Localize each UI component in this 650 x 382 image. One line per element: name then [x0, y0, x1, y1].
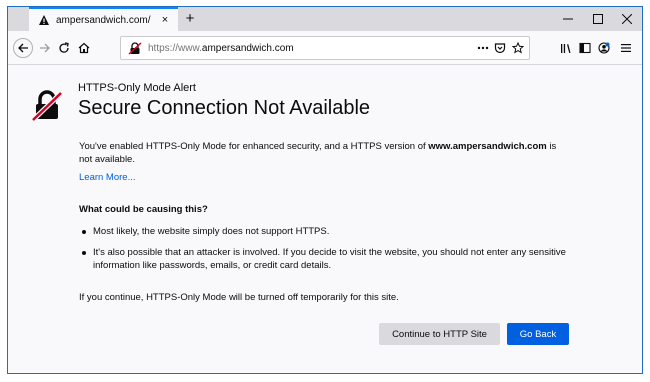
broken-lock-icon — [31, 89, 63, 122]
home-icon[interactable] — [74, 38, 94, 58]
go-back-button[interactable]: Go Back — [507, 323, 569, 345]
window-close-icon[interactable] — [612, 7, 642, 31]
maximize-icon[interactable] — [583, 7, 613, 31]
reload-icon[interactable] — [54, 38, 74, 58]
minimize-icon[interactable] — [553, 7, 583, 31]
menu-icon[interactable] — [616, 38, 636, 58]
bookmark-star-icon[interactable] — [511, 41, 525, 55]
more-actions-icon[interactable] — [476, 41, 490, 55]
close-icon[interactable]: × — [159, 14, 171, 26]
list-item: It's also possible that an attacker is i… — [79, 246, 579, 272]
intro-text: You've enabled HTTPS-Only Mode for enhan… — [79, 140, 569, 166]
alert-subtitle: HTTPS-Only Mode Alert — [78, 82, 196, 94]
tab-title: ampersandwich.com/ — [56, 14, 151, 26]
url-host: ampersandwich.com — [201, 43, 294, 54]
url-scheme: https://www. — [148, 43, 202, 54]
tab-current[interactable]: ampersandwich.com/ × — [29, 7, 178, 31]
url-bar[interactable]: https://www.ampersandwich.com — [120, 36, 530, 60]
library-icon[interactable] — [556, 38, 576, 58]
url-text[interactable]: https://www.ampersandwich.com — [148, 42, 294, 55]
pocket-icon[interactable] — [493, 41, 507, 55]
navigation-toolbar: https://www.ampersandwich.com — [8, 31, 642, 65]
causes-heading: What could be causing this? — [79, 204, 208, 215]
tab-bar: ampersandwich.com/ × + — [8, 7, 642, 31]
browser-window: ampersandwich.com/ × + https://www.amper… — [7, 6, 643, 374]
plus-icon[interactable]: + — [181, 10, 199, 28]
insecure-lock-icon[interactable] — [128, 42, 142, 55]
account-icon[interactable] — [594, 38, 614, 58]
continue-to-http-button[interactable]: Continue to HTTP Site — [379, 323, 500, 345]
list-item: Most likely, the website simply does not… — [79, 225, 579, 238]
causes-list: Most likely, the website simply does not… — [79, 225, 579, 280]
learn-more-link[interactable]: Learn More... — [79, 172, 136, 183]
warning-icon — [38, 14, 50, 26]
intro-domain: www.ampersandwich.com — [428, 141, 547, 152]
intro-text-start: You've enabled HTTPS-Only Mode for enhan… — [79, 141, 429, 152]
forward-arrow-icon[interactable] — [35, 38, 55, 58]
error-page: HTTPS-Only Mode Alert Secure Connection … — [8, 66, 642, 373]
continue-note: If you continue, HTTPS-Only Mode will be… — [79, 292, 399, 303]
page-title: Secure Connection Not Available — [78, 97, 371, 119]
sidebar-icon[interactable] — [575, 38, 595, 58]
back-arrow-icon[interactable] — [13, 38, 33, 58]
